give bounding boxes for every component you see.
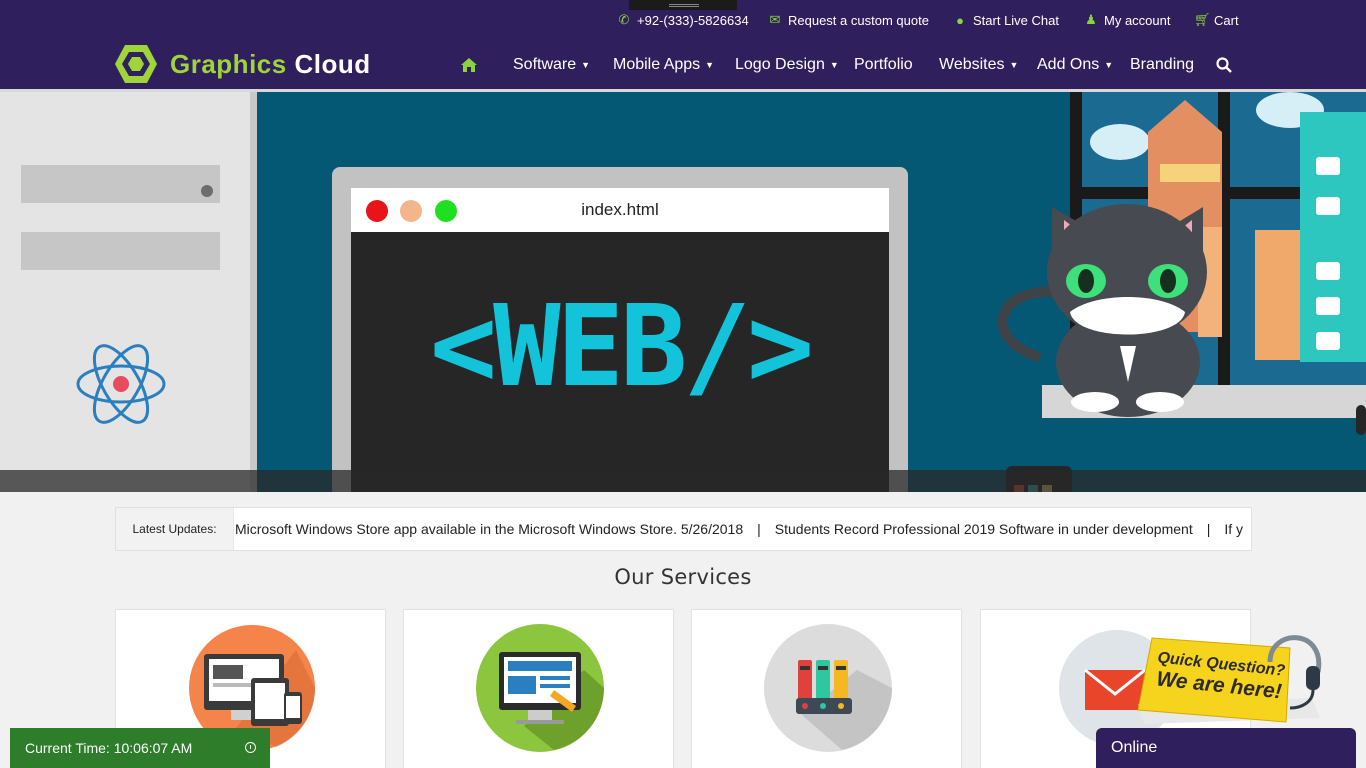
nav-branding[interactable]: Branding (1130, 52, 1194, 78)
site-logo[interactable]: Graphics Cloud (114, 44, 371, 84)
logo-word-graphics: Graphics (170, 48, 287, 79)
chevron-down-icon: ▼ (1104, 60, 1114, 70)
hero-window-title: index.html (581, 200, 659, 219)
chat-status-text: Online (1111, 739, 1158, 756)
nav-websites-label: Websites (939, 56, 1005, 73)
topbar-phone-label: +92-(333)-5826634 (637, 12, 749, 28)
current-time-widget[interactable]: Current Time: 10:06:07 AM (10, 728, 270, 768)
home-icon (461, 58, 477, 72)
nav-software[interactable]: Software ▼ (513, 52, 590, 78)
ticker-separator: | (1206, 521, 1211, 537)
topbar-chat-link[interactable]: ● Start Live Chat (953, 10, 1059, 30)
nav-logo-design[interactable]: Logo Design ▼ (735, 52, 839, 78)
logo-hexagon-icon (115, 45, 157, 83)
nav-search-button[interactable] (1216, 52, 1232, 78)
update-item[interactable]: Microsoft Windows Store app available in… (235, 521, 743, 537)
nav-home[interactable] (461, 52, 477, 78)
clock-icon (245, 742, 256, 753)
cat-illustration (997, 204, 1207, 417)
nav-branding-label: Branding (1130, 56, 1195, 73)
nav-mobile-apps-label: Mobile Apps (613, 56, 701, 73)
service-card-software[interactable] (691, 609, 962, 768)
nav-websites[interactable]: Websites ▼ (939, 52, 1018, 78)
chevron-down-icon: ▼ (705, 60, 715, 70)
nav-portfolio[interactable]: Portfolio (854, 52, 913, 78)
topbar-account-label: My account (1104, 12, 1171, 28)
topbar-cart-label: Cart (1214, 12, 1239, 28)
latest-updates-label: Latest Updates: (116, 508, 234, 550)
chevron-down-icon: ▼ (1009, 60, 1019, 70)
envelope-icon: ✉ (769, 12, 781, 27)
nav-portfolio-label: Portfolio (854, 56, 913, 73)
topbar-phone[interactable]: ✆ +92-(333)-5826634 (617, 10, 749, 30)
monitor-design-icon (476, 624, 604, 752)
nav-logo-design-label: Logo Design (735, 56, 825, 73)
search-icon (1216, 57, 1232, 73)
nav-add-ons-label: Add Ons (1037, 56, 1100, 73)
topbar-quote-label: Request a custom quote (788, 12, 929, 28)
update-item[interactable]: If y (1224, 521, 1243, 537)
top-drag-handle[interactable] (629, 0, 737, 10)
binders-icon (764, 624, 892, 752)
hero-caption-bar (0, 470, 1366, 492)
chat-bubble-icon: ● (956, 12, 964, 28)
topbar-account-link[interactable]: ♟ My account (1084, 10, 1170, 30)
chevron-down-icon: ▼ (829, 60, 839, 70)
logo-word-cloud: Cloud (294, 48, 371, 79)
phone-icon: ✆ (618, 12, 630, 27)
live-chat-widget[interactable]: Online (1096, 728, 1356, 768)
hero-headline: <WEB/> (429, 282, 815, 412)
user-icon: ♟ (1085, 12, 1097, 27)
nav-mobile-apps[interactable]: Mobile Apps ▼ (613, 52, 714, 78)
service-card-design[interactable] (403, 609, 674, 768)
updates-ticker[interactable]: Microsoft Windows Store app available in… (235, 521, 1251, 537)
nav-add-ons[interactable]: Add Ons ▼ (1037, 52, 1113, 78)
chevron-down-icon: ▼ (581, 60, 591, 70)
topbar-chat-label: Start Live Chat (973, 12, 1059, 28)
topbar-quote-link[interactable]: ✉ Request a custom quote (768, 10, 929, 30)
cart-icon: 🛒︎ (1194, 12, 1211, 27)
hero-banner: index.html <WEB/> (0, 92, 1366, 492)
update-item[interactable]: Students Record Professional 2019 Softwa… (775, 521, 1193, 537)
logo-wordmark: Graphics Cloud (170, 49, 371, 80)
latest-updates-bar: Latest Updates: Microsoft Windows Store … (115, 507, 1252, 551)
topbar-cart-link[interactable]: 🛒︎ Cart (1194, 10, 1239, 30)
current-time-text: Current Time: 10:06:07 AM (25, 740, 193, 756)
nav-software-label: Software (513, 56, 577, 73)
ticker-separator: | (757, 521, 761, 537)
services-title: Our Services (614, 565, 752, 589)
